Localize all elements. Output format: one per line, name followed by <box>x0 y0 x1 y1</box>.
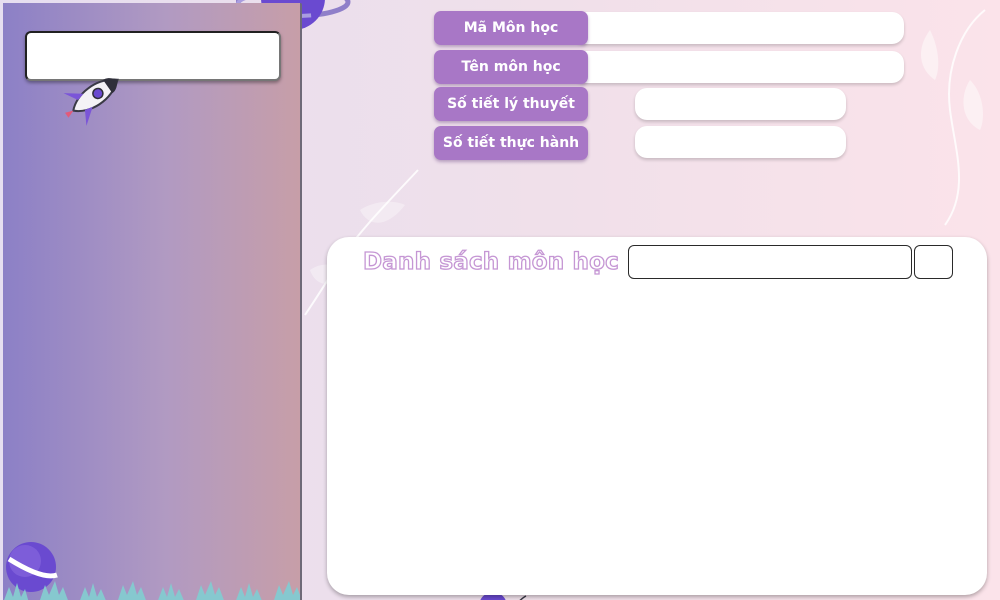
search-button[interactable] <box>914 245 953 279</box>
so-tiet-thuc-hanh-input[interactable] <box>635 126 846 158</box>
so-tiet-ly-thuyet-label: Số tiết lý thuyết <box>434 87 588 121</box>
feather-decoration <box>920 9 986 226</box>
rocket-icon <box>63 78 119 126</box>
ma-mon-hoc-input[interactable] <box>574 12 904 44</box>
ma-mon-hoc-label: Mã Môn học <box>434 11 588 45</box>
so-tiet-ly-thuyet-input[interactable] <box>635 88 846 120</box>
app-window: Mã Môn học Tên môn học Số tiết lý thuyết… <box>0 0 1000 600</box>
course-list-panel: Danh sách môn học <box>327 237 987 595</box>
course-list[interactable] <box>339 289 975 585</box>
course-list-title: Danh sách môn học <box>362 248 619 275</box>
sidebar <box>3 3 302 600</box>
so-tiet-thuc-hanh-label: Số tiết thực hành <box>434 126 588 160</box>
ten-mon-hoc-label: Tên môn học <box>434 50 588 84</box>
ten-mon-hoc-input[interactable] <box>574 51 904 83</box>
grass-decoration <box>4 581 300 600</box>
course-search-input[interactable] <box>628 245 912 279</box>
